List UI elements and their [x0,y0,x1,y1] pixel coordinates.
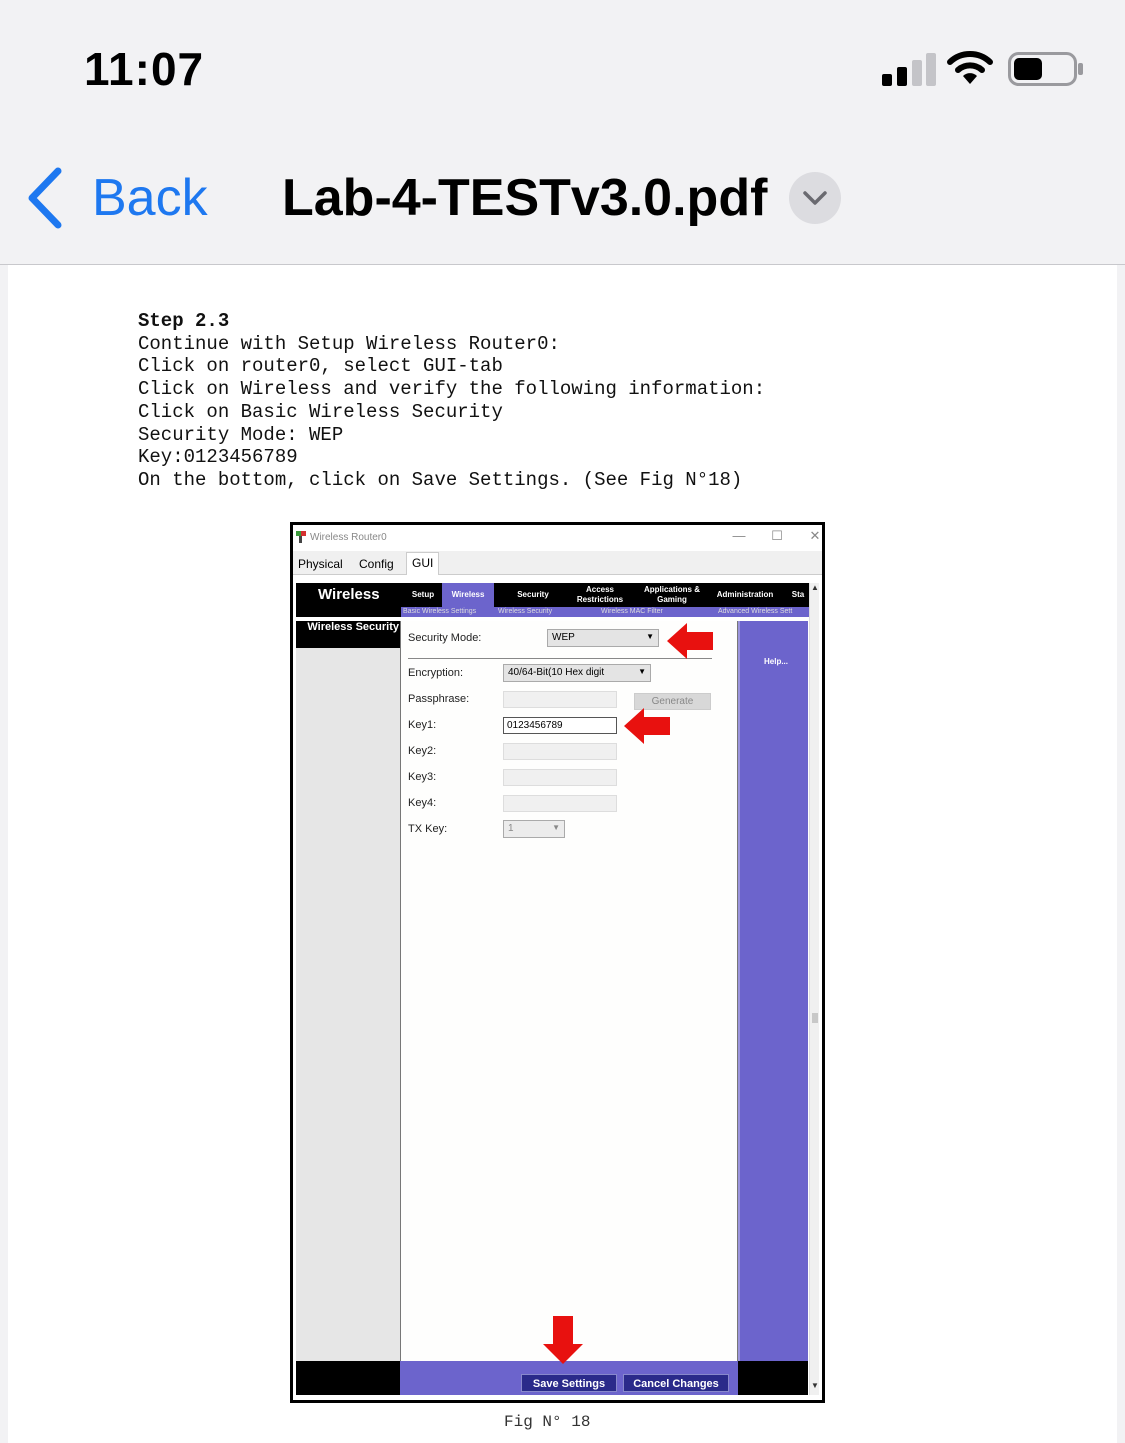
router-gui: Wireless Setup Wireless Security Access … [296,583,819,1395]
step-instructions: Step 2.3 Continue with Setup Wireless Rou… [138,310,765,492]
security-mode-select[interactable]: WEP ▼ [547,629,659,647]
back-button[interactable]: Back [24,166,208,230]
key1-label: Key1: [408,719,437,731]
encryption-label: Encryption: [408,667,464,679]
section-heading: Wireless Security [296,621,400,648]
tx-key-select[interactable]: 1 ▼ [503,820,565,838]
submenu-wireless-security[interactable]: Wireless Security [498,607,552,617]
help-link[interactable]: Help... [764,657,788,666]
gui-help-column: Help... [738,621,808,1361]
menu-setup[interactable]: Setup [404,583,442,607]
red-arrow-icon [667,623,713,659]
menu-access-restrictions[interactable]: Access Restrictions [568,583,632,607]
title-menu-button[interactable] [789,172,841,224]
dropdown-caret-icon: ▼ [646,632,654,641]
cellular-signal-icon [882,53,936,86]
key4-input[interactable] [503,795,617,812]
close-button[interactable]: ✕ [805,528,822,544]
back-label: Back [92,169,208,227]
pdf-page: Step 2.3 Continue with Setup Wireless Rou… [8,265,1117,1443]
chevron-down-icon [803,191,827,205]
device-tabbar: Physical Config GUI [293,551,822,575]
gui-scrollbar[interactable]: ▲ ▼ [809,583,819,1395]
instruction-line: Security Mode: WEP [138,423,344,446]
submenu: Basic Wireless Settings Wireless Securit… [401,607,809,617]
maximize-button[interactable]: ☐ [767,528,787,544]
wireless-security-form: Security Mode: WEP ▼ Encryption: 40/64-B… [400,621,738,1361]
encryption-value: 40/64-Bit(10 Hex digit [508,667,605,678]
submenu-basic-wireless-settings[interactable]: Basic Wireless Settings [403,607,476,617]
instruction-line: On the bottom, click on Save Settings. (… [138,468,743,491]
menu-wireless[interactable]: Wireless [442,583,494,607]
tx-key-label: TX Key: [408,823,448,835]
security-mode-value: WEP [552,632,575,643]
tx-key-value: 1 [508,823,514,834]
menu-administration[interactable]: Administration [709,583,781,607]
instruction-line: Click on router0, select GUI-tab [138,355,503,378]
menu-applications-gaming[interactable]: Applications & Gaming [639,583,705,607]
key3-input[interactable] [503,769,617,786]
instruction-line: Click on Basic Wireless Security [138,400,503,423]
tab-physical[interactable]: Physical [293,554,348,575]
step-heading: Step 2.3 [138,310,230,332]
save-settings-button[interactable]: Save Settings [521,1374,617,1392]
passphrase-label: Passphrase: [408,693,470,705]
red-arrow-icon [624,708,670,744]
gui-footer-left [296,1361,400,1395]
dropdown-caret-icon: ▼ [552,823,560,832]
battery-icon [1008,52,1083,86]
gui-footer-right [738,1361,808,1395]
instruction-line: Key:0123456789 [138,446,298,469]
key2-input[interactable] [503,743,617,760]
passphrase-input[interactable] [503,691,617,708]
key3-label: Key3: [408,771,437,783]
gui-footer-bar: Save Settings Cancel Changes [400,1361,738,1395]
encryption-select[interactable]: 40/64-Bit(10 Hex digit ▼ [503,664,651,682]
tab-gui[interactable]: GUI [406,552,440,575]
figure-caption: Fig N° 18 [504,1413,591,1431]
window-title: Wireless Router0 [310,532,387,543]
window-titlebar: Wireless Router0 — ☐ ✕ [293,525,822,551]
scroll-down-icon[interactable]: ▼ [810,1381,820,1393]
red-arrow-icon [543,1316,583,1364]
status-time: 11:07 [84,43,205,95]
menu-status[interactable]: Sta [788,583,808,607]
key1-input[interactable] [503,717,617,734]
dropdown-caret-icon: ▼ [638,667,646,676]
scroll-thumb[interactable] [812,1013,818,1023]
menu-security[interactable]: Security [506,583,560,607]
security-mode-label: Security Mode: [408,632,482,644]
status-bar: 11:07 [0,0,1125,130]
submenu-wireless-mac-filter[interactable]: Wireless MAC Filter [601,607,663,617]
key4-label: Key4: [408,797,437,809]
instruction-line: Continue with Setup Wireless Router0: [138,332,560,355]
tab-config[interactable]: Config [354,554,399,575]
key2-label: Key2: [408,745,437,757]
submenu-advanced-wireless[interactable]: Advanced Wireless Sett [718,607,792,617]
nav-bar: Back Lab-4-TESTv3.0.pdf [0,130,1125,265]
document-title: Lab-4-TESTv3.0.pdf [282,169,768,227]
cancel-changes-button[interactable]: Cancel Changes [623,1374,729,1392]
wifi-icon [947,51,993,84]
router-app-icon [296,531,306,543]
gui-brand: Wireless [318,586,380,603]
gui-left-column: Wireless Security [296,621,400,1361]
instruction-line: Click on Wireless and verify the followi… [138,378,766,401]
scroll-up-icon[interactable]: ▲ [810,583,820,595]
router-screenshot-figure: Wireless Router0 — ☐ ✕ Physical Config G… [290,522,825,1403]
chevron-left-icon [28,167,62,229]
minimize-button[interactable]: — [729,528,749,543]
